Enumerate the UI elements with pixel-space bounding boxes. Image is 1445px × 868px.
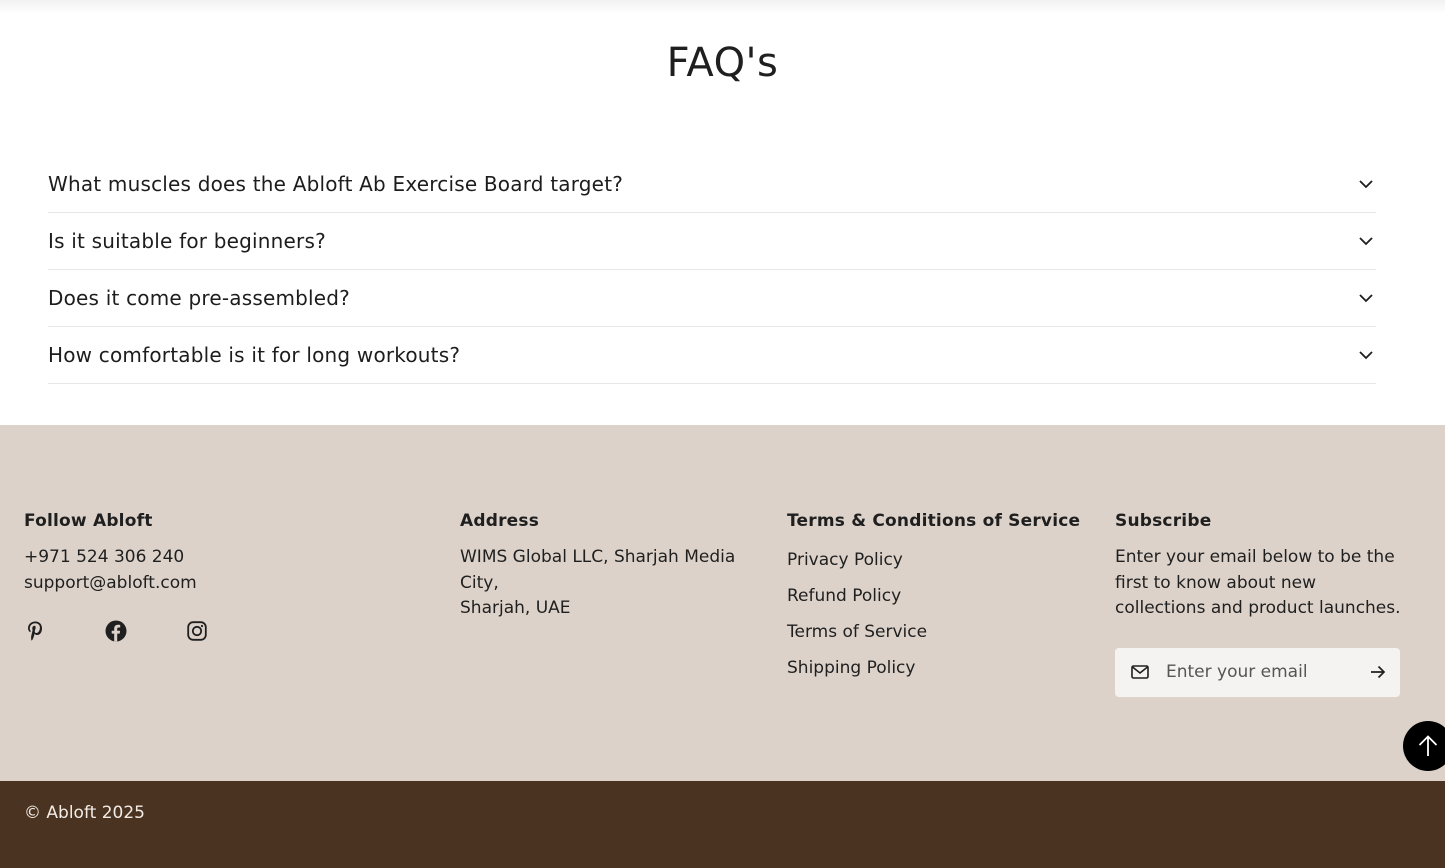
faq-title: FAQ's	[666, 40, 779, 86]
contact-email[interactable]: support@abloft.com	[24, 571, 404, 597]
subscribe-form	[1115, 647, 1400, 697]
chevron-down-icon	[1359, 237, 1373, 246]
address-line: Sharjah, UAE	[460, 598, 571, 618]
subscribe-description: Enter your email below to be the first t…	[1115, 547, 1401, 618]
terms-links: Privacy Policy Refund Policy Terms of Se…	[787, 549, 1087, 679]
arrow-right-icon[interactable]	[1370, 665, 1386, 679]
footer-address-column: Address WIMS Global LLC, Sharjah Media C…	[460, 511, 770, 622]
faq-question: How comfortable is it for long workouts?	[48, 343, 461, 367]
footer-follow-column: Follow Abloft +971 524 306 240 support@a…	[24, 511, 404, 642]
scroll-to-top-button[interactable]	[1403, 721, 1445, 771]
faq-item[interactable]: Does it come pre-assembled?	[48, 270, 1376, 327]
terms-heading: Terms & Conditions of Service	[787, 511, 1081, 531]
copyright-bar: © Abloft 2025	[0, 781, 1445, 868]
faq-item[interactable]: Is it suitable for beginners?	[48, 213, 1376, 270]
footer: Follow Abloft +971 524 306 240 support@a…	[0, 425, 1445, 781]
terms-of-service-link[interactable]: Terms of Service	[787, 621, 1087, 643]
address-heading: Address	[460, 511, 540, 531]
footer-subscribe-column: Subscribe Enter your email below to be t…	[1115, 511, 1415, 697]
email-input[interactable]	[1166, 662, 1370, 682]
refund-policy-link[interactable]: Refund Policy	[787, 585, 1087, 607]
arrow-up-icon	[1418, 735, 1438, 756]
faq-question: What muscles does the Abloft Ab Exercise…	[48, 172, 624, 196]
instagram-icon[interactable]	[186, 620, 208, 642]
contact-phone[interactable]: +971 524 306 240	[24, 545, 404, 571]
chevron-down-icon	[1359, 351, 1373, 360]
copyright-text: © Abloft 2025	[24, 803, 145, 823]
pinterest-icon[interactable]	[24, 620, 46, 642]
faq-section: FAQ's What muscles does the Abloft Ab Ex…	[0, 0, 1445, 425]
shipping-policy-link[interactable]: Shipping Policy	[787, 657, 1087, 679]
footer-terms-column: Terms & Conditions of Service Privacy Po…	[787, 511, 1087, 693]
faq-question: Is it suitable for beginners?	[48, 229, 326, 253]
social-links	[24, 620, 404, 642]
faq-item[interactable]: What muscles does the Abloft Ab Exercise…	[48, 156, 1376, 213]
subscribe-heading: Subscribe	[1115, 511, 1212, 531]
chevron-down-icon	[1359, 180, 1373, 189]
follow-heading: Follow Abloft	[24, 511, 153, 531]
faq-item[interactable]: How comfortable is it for long workouts?	[48, 327, 1376, 384]
address-line: WIMS Global LLC, Sharjah Media City,	[460, 547, 736, 593]
mail-icon	[1131, 665, 1149, 679]
facebook-icon[interactable]	[105, 620, 127, 642]
faq-question: Does it come pre-assembled?	[48, 286, 351, 310]
faq-list: What muscles does the Abloft Ab Exercise…	[48, 156, 1376, 384]
chevron-down-icon	[1359, 294, 1373, 303]
privacy-policy-link[interactable]: Privacy Policy	[787, 549, 1087, 571]
